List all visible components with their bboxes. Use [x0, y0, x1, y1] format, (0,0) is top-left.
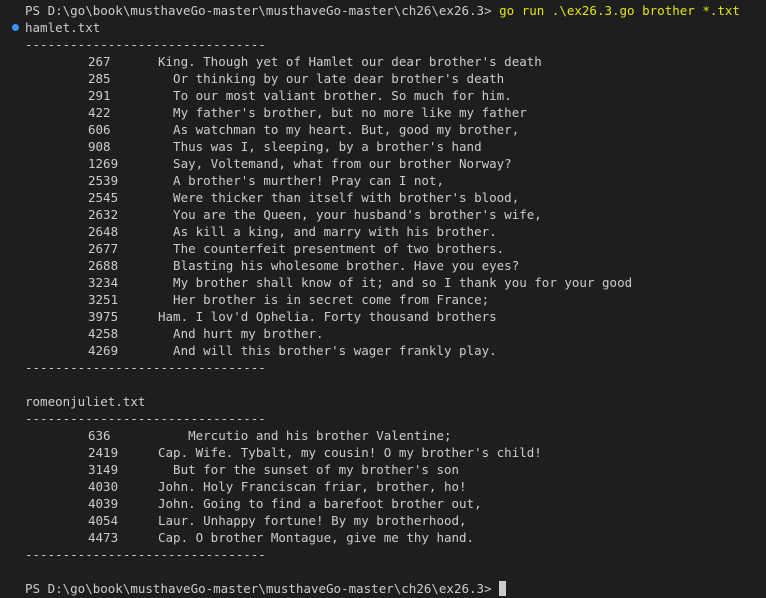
matched-line-text: To our most valiant brother. So much for… [158, 88, 512, 103]
matched-line-text: And hurt my brother. [158, 326, 324, 341]
separator: -------------------------------- [25, 360, 266, 375]
prompt-text: PS D:\go\book\musthaveGo-master\musthave… [25, 581, 492, 596]
result-row: 4258 And hurt my brother. [0, 325, 766, 342]
line-number: 3149 [88, 462, 119, 477]
matched-line-text: Were thicker than itself with brother's … [158, 190, 520, 205]
line-number: 291 [88, 88, 111, 103]
matched-line-text: The counterfeit presentment of two broth… [158, 241, 505, 256]
line-number: 2419 [88, 445, 119, 460]
separator: -------------------------------- [25, 411, 266, 426]
matched-line-text: John. Going to find a barefoot brother o… [158, 496, 482, 511]
line-number: 4473 [88, 530, 119, 545]
line-number: 636 [88, 428, 111, 443]
result-row: 2539 A brother's murther! Pray can I not… [0, 172, 766, 189]
line-number: 4258 [88, 326, 119, 341]
matched-line-text: Mercutio and his brother Valentine; [158, 428, 452, 443]
line-number: 2688 [88, 258, 119, 273]
result-row: 2632 You are the Queen, your husband's b… [0, 206, 766, 223]
matched-line-text: King. Though yet of Hamlet our dear brot… [158, 54, 542, 69]
result-row: 2648 As kill a king, and marry with his … [0, 223, 766, 240]
matched-line-text: Her brother is in secret come from Franc… [158, 292, 490, 307]
line-number: 2677 [88, 241, 119, 256]
line-number: 285 [88, 71, 111, 86]
matched-line-text: Blasting his wholesome brother. Have you… [158, 258, 520, 273]
line-number: 908 [88, 139, 111, 154]
matched-line-text: A brother's murther! Pray can I not, [158, 173, 444, 188]
file-header: romeonjuliet.txt [0, 393, 766, 410]
result-row: 1269 Say, Voltemand, what from our broth… [0, 155, 766, 172]
line-number: 2545 [88, 190, 119, 205]
line-number: 422 [88, 105, 111, 120]
line-number: 2539 [88, 173, 119, 188]
result-row: 2545 Were thicker than itself with broth… [0, 189, 766, 206]
line-number: 2648 [88, 224, 119, 239]
line-number: 267 [88, 54, 111, 69]
matched-line-text: As watchman to my heart. But, good my br… [158, 122, 520, 137]
matched-line-text: Say, Voltemand, what from our brother No… [158, 156, 512, 171]
result-row: 267 King. Though yet of Hamlet our dear b… [0, 53, 766, 70]
file-name: hamlet.txt [25, 20, 101, 35]
result-row: 3234 My brother shall know of it; and so… [0, 274, 766, 291]
matched-line-text: Cap. O brother Montague, give me thy han… [158, 530, 475, 545]
result-row: 3149 But for the sunset of my brother's … [0, 461, 766, 478]
file-name: romeonjuliet.txt [25, 394, 146, 409]
matched-line-text: But for the sunset of my brother's son [158, 462, 460, 477]
matched-line-text: John. Holy Franciscan friar, brother, ho… [158, 479, 467, 494]
line-number: 4054 [88, 513, 119, 528]
matched-line-text: As kill a king, and marry with his broth… [158, 224, 497, 239]
result-row: 422 My father's brother, but no more lik… [0, 104, 766, 121]
final-prompt-line[interactable]: PS D:\go\book\musthaveGo-master\musthave… [0, 580, 766, 597]
matched-line-text: Ham. I lov'd Ophelia. Forty thousand bro… [158, 309, 497, 324]
matched-line-text: And will this brother's wager frankly pl… [158, 343, 497, 358]
matched-line-text: Laur. Unhappy fortune! By my brotherhood… [158, 513, 467, 528]
result-row: 4054 Laur. Unhappy fortune! By my brother… [0, 512, 766, 529]
result-row: 291 To our most valiant brother. So much… [0, 87, 766, 104]
result-row: 3251 Her brother is in secret come from … [0, 291, 766, 308]
result-row: 2688 Blasting his wholesome brother. Hav… [0, 257, 766, 274]
result-list: 636 Mercutio and his brother Valentine; 2… [0, 427, 766, 546]
result-row: 636 Mercutio and his brother Valentine; [0, 427, 766, 444]
file-header: hamlet.txt [0, 19, 766, 36]
separator: -------------------------------- [25, 547, 266, 562]
line-number: 2632 [88, 207, 119, 222]
result-row: 2419 Cap. Wife. Tybalt, my cousin! O my b… [0, 444, 766, 461]
result-row: 4030 John. Holy Franciscan friar, brother… [0, 478, 766, 495]
line-number: 1269 [88, 156, 119, 171]
separator: -------------------------------- [25, 37, 266, 52]
result-row: 2677 The counterfeit presentment of two … [0, 240, 766, 257]
result-row: 4269 And will this brother's wager frank… [0, 342, 766, 359]
line-number: 4039 [88, 496, 119, 511]
result-row: 4039 John. Going to find a barefoot broth… [0, 495, 766, 512]
matched-line-text: Cap. Wife. Tybalt, my cousin! O my broth… [158, 445, 542, 460]
line-number: 3234 [88, 275, 119, 290]
line-number: 4269 [88, 343, 119, 358]
result-row: 3975 Ham. I lov'd Ophelia. Forty thousand… [0, 308, 766, 325]
matched-line-text: Thus was I, sleeping, by a brother's han… [158, 139, 482, 154]
result-row: 908 Thus was I, sleeping, by a brother's… [0, 138, 766, 155]
result-row: 4473 Cap. O brother Montague, give me thy… [0, 529, 766, 546]
command-decoration-icon[interactable] [12, 24, 19, 31]
command-line: PS D:\go\book\musthaveGo-master\musthave… [0, 2, 766, 19]
command-text: go run .\ex26.3.go brother *.txt [499, 3, 740, 18]
line-number: 3975 [88, 309, 119, 324]
text-cursor [499, 581, 507, 596]
result-row: 606 As watchman to my heart. But, good m… [0, 121, 766, 138]
matched-line-text: Or thinking by our late dear brother's d… [158, 71, 505, 86]
line-number: 3251 [88, 292, 119, 307]
terminal-window[interactable]: PS D:\go\book\musthaveGo-master\musthave… [0, 0, 766, 598]
matched-line-text: My father's brother, but no more like my… [158, 105, 527, 120]
result-list: 267 King. Though yet of Hamlet our dear b… [0, 53, 766, 359]
result-row: 285 Or thinking by our late dear brother… [0, 70, 766, 87]
line-number: 4030 [88, 479, 119, 494]
matched-line-text: You are the Queen, your husband's brothe… [158, 207, 542, 222]
line-number: 606 [88, 122, 111, 137]
prompt-text: PS D:\go\book\musthaveGo-master\musthave… [25, 3, 492, 18]
matched-line-text: My brother shall know of it; and so I th… [158, 275, 633, 290]
